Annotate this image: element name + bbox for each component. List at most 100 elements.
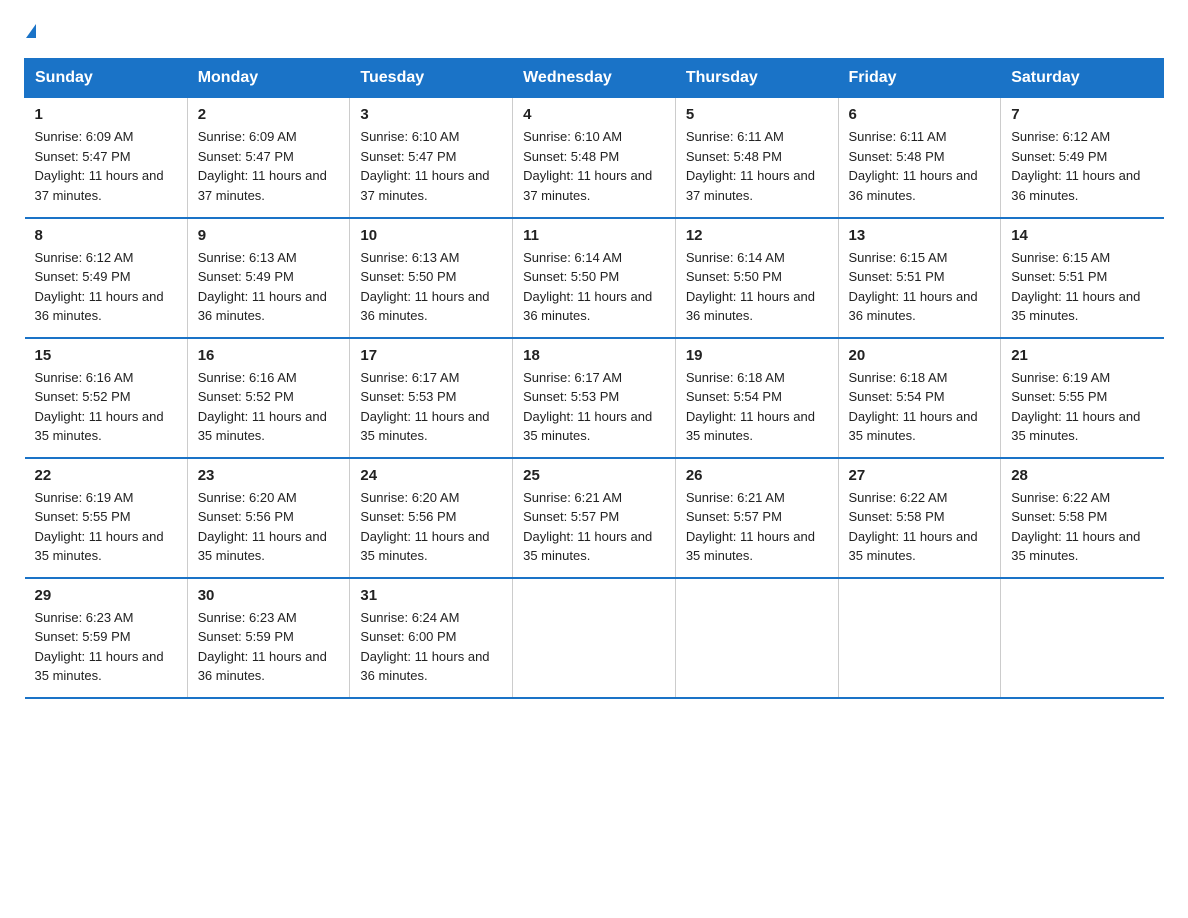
day-info: Sunrise: 6:16 AMSunset: 5:52 PMDaylight:… bbox=[35, 368, 177, 446]
day-number: 18 bbox=[523, 347, 665, 364]
calendar-cell: 16 Sunrise: 6:16 AMSunset: 5:52 PMDaylig… bbox=[187, 338, 350, 458]
day-info: Sunrise: 6:19 AMSunset: 5:55 PMDaylight:… bbox=[1011, 368, 1153, 446]
day-info: Sunrise: 6:09 AMSunset: 5:47 PMDaylight:… bbox=[35, 127, 177, 205]
day-number: 30 bbox=[198, 587, 340, 604]
day-info: Sunrise: 6:16 AMSunset: 5:52 PMDaylight:… bbox=[198, 368, 340, 446]
day-info: Sunrise: 6:17 AMSunset: 5:53 PMDaylight:… bbox=[523, 368, 665, 446]
day-number: 13 bbox=[849, 227, 991, 244]
day-number: 7 bbox=[1011, 106, 1153, 123]
week-row-2: 8 Sunrise: 6:12 AMSunset: 5:49 PMDayligh… bbox=[25, 218, 1164, 338]
day-number: 10 bbox=[360, 227, 502, 244]
calendar-cell: 22 Sunrise: 6:19 AMSunset: 5:55 PMDaylig… bbox=[25, 458, 188, 578]
day-info: Sunrise: 6:13 AMSunset: 5:49 PMDaylight:… bbox=[198, 248, 340, 326]
days-of-week-row: SundayMondayTuesdayWednesdayThursdayFrid… bbox=[25, 59, 1164, 98]
day-info: Sunrise: 6:13 AMSunset: 5:50 PMDaylight:… bbox=[360, 248, 502, 326]
calendar-cell: 7 Sunrise: 6:12 AMSunset: 5:49 PMDayligh… bbox=[1001, 98, 1164, 218]
day-info: Sunrise: 6:22 AMSunset: 5:58 PMDaylight:… bbox=[1011, 488, 1153, 566]
day-number: 23 bbox=[198, 467, 340, 484]
day-info: Sunrise: 6:24 AMSunset: 6:00 PMDaylight:… bbox=[360, 608, 502, 686]
calendar-cell: 14 Sunrise: 6:15 AMSunset: 5:51 PMDaylig… bbox=[1001, 218, 1164, 338]
day-header-friday: Friday bbox=[838, 59, 1001, 98]
day-number: 24 bbox=[360, 467, 502, 484]
day-number: 27 bbox=[849, 467, 991, 484]
day-info: Sunrise: 6:14 AMSunset: 5:50 PMDaylight:… bbox=[686, 248, 828, 326]
day-number: 20 bbox=[849, 347, 991, 364]
day-header-monday: Monday bbox=[187, 59, 350, 98]
calendar-cell: 27 Sunrise: 6:22 AMSunset: 5:58 PMDaylig… bbox=[838, 458, 1001, 578]
calendar-cell: 25 Sunrise: 6:21 AMSunset: 5:57 PMDaylig… bbox=[513, 458, 676, 578]
day-number: 26 bbox=[686, 467, 828, 484]
calendar-cell: 21 Sunrise: 6:19 AMSunset: 5:55 PMDaylig… bbox=[1001, 338, 1164, 458]
calendar-cell: 24 Sunrise: 6:20 AMSunset: 5:56 PMDaylig… bbox=[350, 458, 513, 578]
calendar-cell: 18 Sunrise: 6:17 AMSunset: 5:53 PMDaylig… bbox=[513, 338, 676, 458]
day-info: Sunrise: 6:09 AMSunset: 5:47 PMDaylight:… bbox=[198, 127, 340, 205]
day-number: 31 bbox=[360, 587, 502, 604]
calendar-header: SundayMondayTuesdayWednesdayThursdayFrid… bbox=[25, 59, 1164, 98]
week-row-4: 22 Sunrise: 6:19 AMSunset: 5:55 PMDaylig… bbox=[25, 458, 1164, 578]
calendar-cell: 30 Sunrise: 6:23 AMSunset: 5:59 PMDaylig… bbox=[187, 578, 350, 698]
day-info: Sunrise: 6:11 AMSunset: 5:48 PMDaylight:… bbox=[686, 127, 828, 205]
day-info: Sunrise: 6:23 AMSunset: 5:59 PMDaylight:… bbox=[35, 608, 177, 686]
calendar-cell: 11 Sunrise: 6:14 AMSunset: 5:50 PMDaylig… bbox=[513, 218, 676, 338]
week-row-1: 1 Sunrise: 6:09 AMSunset: 5:47 PMDayligh… bbox=[25, 98, 1164, 218]
day-number: 22 bbox=[35, 467, 177, 484]
day-number: 9 bbox=[198, 227, 340, 244]
day-number: 1 bbox=[35, 106, 177, 123]
day-info: Sunrise: 6:15 AMSunset: 5:51 PMDaylight:… bbox=[849, 248, 991, 326]
day-info: Sunrise: 6:18 AMSunset: 5:54 PMDaylight:… bbox=[686, 368, 828, 446]
calendar-cell: 20 Sunrise: 6:18 AMSunset: 5:54 PMDaylig… bbox=[838, 338, 1001, 458]
calendar-cell: 6 Sunrise: 6:11 AMSunset: 5:48 PMDayligh… bbox=[838, 98, 1001, 218]
calendar-table: SundayMondayTuesdayWednesdayThursdayFrid… bbox=[24, 58, 1164, 699]
day-number: 17 bbox=[360, 347, 502, 364]
calendar-cell: 29 Sunrise: 6:23 AMSunset: 5:59 PMDaylig… bbox=[25, 578, 188, 698]
day-number: 8 bbox=[35, 227, 177, 244]
day-info: Sunrise: 6:20 AMSunset: 5:56 PMDaylight:… bbox=[360, 488, 502, 566]
day-number: 14 bbox=[1011, 227, 1153, 244]
day-number: 28 bbox=[1011, 467, 1153, 484]
day-number: 4 bbox=[523, 106, 665, 123]
calendar-cell bbox=[513, 578, 676, 698]
day-info: Sunrise: 6:19 AMSunset: 5:55 PMDaylight:… bbox=[35, 488, 177, 566]
calendar-cell: 4 Sunrise: 6:10 AMSunset: 5:48 PMDayligh… bbox=[513, 98, 676, 218]
logo bbox=[24, 24, 36, 38]
day-info: Sunrise: 6:11 AMSunset: 5:48 PMDaylight:… bbox=[849, 127, 991, 205]
calendar-cell: 26 Sunrise: 6:21 AMSunset: 5:57 PMDaylig… bbox=[675, 458, 838, 578]
day-number: 11 bbox=[523, 227, 665, 244]
calendar-cell: 17 Sunrise: 6:17 AMSunset: 5:53 PMDaylig… bbox=[350, 338, 513, 458]
day-info: Sunrise: 6:18 AMSunset: 5:54 PMDaylight:… bbox=[849, 368, 991, 446]
day-info: Sunrise: 6:14 AMSunset: 5:50 PMDaylight:… bbox=[523, 248, 665, 326]
day-header-thursday: Thursday bbox=[675, 59, 838, 98]
day-number: 21 bbox=[1011, 347, 1153, 364]
day-number: 29 bbox=[35, 587, 177, 604]
page-header bbox=[24, 24, 1164, 38]
day-info: Sunrise: 6:10 AMSunset: 5:48 PMDaylight:… bbox=[523, 127, 665, 205]
day-number: 16 bbox=[198, 347, 340, 364]
day-info: Sunrise: 6:10 AMSunset: 5:47 PMDaylight:… bbox=[360, 127, 502, 205]
day-info: Sunrise: 6:12 AMSunset: 5:49 PMDaylight:… bbox=[35, 248, 177, 326]
calendar-cell: 28 Sunrise: 6:22 AMSunset: 5:58 PMDaylig… bbox=[1001, 458, 1164, 578]
calendar-cell: 8 Sunrise: 6:12 AMSunset: 5:49 PMDayligh… bbox=[25, 218, 188, 338]
day-number: 5 bbox=[686, 106, 828, 123]
calendar-cell: 1 Sunrise: 6:09 AMSunset: 5:47 PMDayligh… bbox=[25, 98, 188, 218]
day-number: 2 bbox=[198, 106, 340, 123]
calendar-cell: 5 Sunrise: 6:11 AMSunset: 5:48 PMDayligh… bbox=[675, 98, 838, 218]
day-header-saturday: Saturday bbox=[1001, 59, 1164, 98]
calendar-cell: 23 Sunrise: 6:20 AMSunset: 5:56 PMDaylig… bbox=[187, 458, 350, 578]
day-header-tuesday: Tuesday bbox=[350, 59, 513, 98]
week-row-5: 29 Sunrise: 6:23 AMSunset: 5:59 PMDaylig… bbox=[25, 578, 1164, 698]
calendar-cell: 2 Sunrise: 6:09 AMSunset: 5:47 PMDayligh… bbox=[187, 98, 350, 218]
day-info: Sunrise: 6:12 AMSunset: 5:49 PMDaylight:… bbox=[1011, 127, 1153, 205]
calendar-cell bbox=[1001, 578, 1164, 698]
logo-triangle-icon bbox=[26, 24, 36, 38]
calendar-body: 1 Sunrise: 6:09 AMSunset: 5:47 PMDayligh… bbox=[25, 98, 1164, 698]
day-number: 3 bbox=[360, 106, 502, 123]
calendar-cell: 12 Sunrise: 6:14 AMSunset: 5:50 PMDaylig… bbox=[675, 218, 838, 338]
calendar-cell: 3 Sunrise: 6:10 AMSunset: 5:47 PMDayligh… bbox=[350, 98, 513, 218]
day-header-wednesday: Wednesday bbox=[513, 59, 676, 98]
week-row-3: 15 Sunrise: 6:16 AMSunset: 5:52 PMDaylig… bbox=[25, 338, 1164, 458]
day-number: 19 bbox=[686, 347, 828, 364]
day-info: Sunrise: 6:23 AMSunset: 5:59 PMDaylight:… bbox=[198, 608, 340, 686]
calendar-cell: 31 Sunrise: 6:24 AMSunset: 6:00 PMDaylig… bbox=[350, 578, 513, 698]
day-info: Sunrise: 6:17 AMSunset: 5:53 PMDaylight:… bbox=[360, 368, 502, 446]
day-info: Sunrise: 6:21 AMSunset: 5:57 PMDaylight:… bbox=[686, 488, 828, 566]
